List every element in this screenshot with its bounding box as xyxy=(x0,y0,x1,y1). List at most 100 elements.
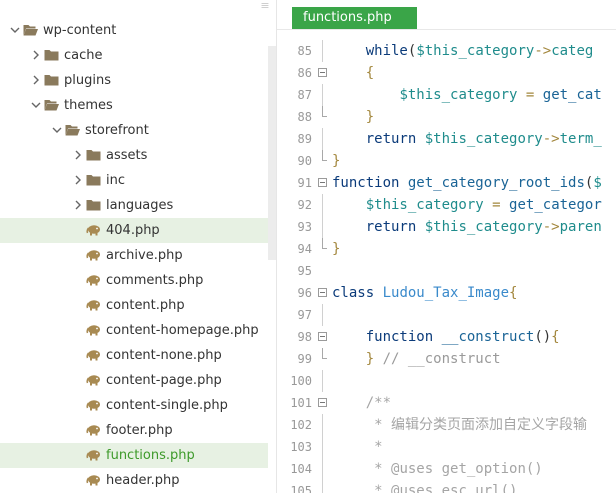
php-file-icon xyxy=(86,223,101,237)
code-line[interactable]: 99 } // __construct xyxy=(277,348,616,370)
code-line[interactable]: 103 * xyxy=(277,436,616,458)
php-file-icon xyxy=(86,423,101,437)
chevron-right-icon[interactable] xyxy=(73,200,83,210)
tree-item-inc[interactable]: inc xyxy=(0,168,268,193)
tree-item-archive-php[interactable]: archive.php xyxy=(0,243,268,268)
fold-range-line xyxy=(322,480,323,493)
code-line[interactable]: 87 $this_category = get_cat xyxy=(277,84,616,106)
code-line[interactable]: 92 $this_category = get_categor xyxy=(277,194,616,216)
tree-item-label: content-page.php xyxy=(106,373,222,388)
chevron-down-icon[interactable] xyxy=(10,25,20,35)
tree-item-label: cache xyxy=(64,48,103,63)
tree-item-label: storefront xyxy=(85,123,149,138)
folder-open-icon xyxy=(23,23,38,37)
fold-range-line xyxy=(322,458,323,480)
chevron-down-icon[interactable] xyxy=(52,125,62,135)
fold-end-marker xyxy=(322,238,327,249)
code-line[interactable]: 97 xyxy=(277,304,616,326)
tree-item-content-single-php[interactable]: content-single.php xyxy=(0,393,268,418)
code-line[interactable]: 88 } xyxy=(277,106,616,128)
line-number: 93 xyxy=(297,220,312,234)
code-line[interactable]: 86 { xyxy=(277,62,616,84)
code-line[interactable]: 91 function get_category_root_ids($ xyxy=(277,172,616,194)
folder-open-icon xyxy=(44,98,59,112)
fold-toggle-icon[interactable] xyxy=(318,288,327,297)
fold-range-line xyxy=(322,40,323,62)
line-number: 102 xyxy=(290,418,312,432)
tree-scrollbar[interactable] xyxy=(268,46,276,260)
chevron-right-icon[interactable] xyxy=(31,50,41,60)
code-line[interactable]: 93 return $this_category->paren xyxy=(277,216,616,238)
code-line[interactable]: 98 function __construct(){ xyxy=(277,326,616,348)
code-line[interactable]: 102 * 编辑分类页面添加自定义字段输 xyxy=(277,414,616,436)
folder-icon xyxy=(86,173,101,187)
hamburger-icon[interactable]: ≡ xyxy=(259,0,271,12)
tree-item-label: content-none.php xyxy=(106,348,222,363)
tree-item-plugins[interactable]: plugins xyxy=(0,68,268,93)
chevron-down-icon[interactable] xyxy=(31,100,41,110)
tree-item-cache[interactable]: cache xyxy=(0,43,268,68)
code-line[interactable]: 89 return $this_category->term_ xyxy=(277,128,616,150)
php-file-icon xyxy=(86,348,101,362)
tree-item-themes[interactable]: themes xyxy=(0,93,268,118)
fold-range-line xyxy=(322,414,323,436)
code-line[interactable]: 85 while($this_category->categ xyxy=(277,40,616,62)
tree-item-content-php[interactable]: content.php xyxy=(0,293,268,318)
file-tree-panel: ≡ wp-content cache plugins themes storefront… xyxy=(0,0,277,493)
tree-item-label: header.php xyxy=(106,473,180,488)
tree-item-content-homepage-php[interactable]: content-homepage.php xyxy=(0,318,268,343)
code-text: } xyxy=(365,109,375,125)
code-line[interactable]: 94} xyxy=(277,238,616,260)
chevron-right-icon[interactable] xyxy=(31,75,41,85)
code-line[interactable]: 101 /** xyxy=(277,392,616,414)
code-text: } xyxy=(332,153,341,169)
fold-end-marker xyxy=(322,106,327,117)
tree-item-comments-php[interactable]: comments.php xyxy=(0,268,268,293)
fold-toggle-icon[interactable] xyxy=(318,332,327,341)
chevron-right-icon[interactable] xyxy=(73,150,83,160)
tree-item-content-none-php[interactable]: content-none.php xyxy=(0,343,268,368)
fold-range-line xyxy=(322,304,323,326)
tree-item-label: themes xyxy=(64,98,113,113)
code-line[interactable]: 96 class Ludou_Tax_Image{ xyxy=(277,282,616,304)
line-number: 89 xyxy=(297,132,312,146)
fold-range-line xyxy=(322,436,323,458)
tree-item-wp-content[interactable]: wp-content xyxy=(0,18,268,43)
fold-toggle-icon[interactable] xyxy=(318,68,327,77)
tree-item-404-php[interactable]: 404.php xyxy=(0,218,268,243)
code-text: /** xyxy=(365,395,392,411)
code-text: * 编辑分类页面添加自定义字段输 xyxy=(374,417,588,433)
tree-item-label: footer.php xyxy=(106,423,173,438)
tree-item-header-php[interactable]: header.php xyxy=(0,468,268,493)
line-number: 94 xyxy=(297,242,312,256)
code-line[interactable]: 100 xyxy=(277,370,616,392)
tree-item-label: comments.php xyxy=(106,273,204,288)
fold-toggle-icon[interactable] xyxy=(318,398,327,407)
tree-item-assets[interactable]: assets xyxy=(0,143,268,168)
php-file-icon xyxy=(86,323,101,337)
folder-open-icon xyxy=(65,123,80,137)
code-text: { xyxy=(365,65,375,81)
tree-item-languages[interactable]: languages xyxy=(0,193,268,218)
fold-toggle-icon[interactable] xyxy=(318,178,327,187)
line-number: 91 xyxy=(297,176,312,190)
code-line[interactable]: 90} xyxy=(277,150,616,172)
tab-functions-php[interactable]: functions.php xyxy=(292,7,417,29)
folder-icon xyxy=(44,48,59,62)
line-number: 85 xyxy=(297,44,312,58)
code-line[interactable]: 95 xyxy=(277,260,616,282)
code-text: function get_category_root_ids($ xyxy=(332,175,602,191)
code-line[interactable]: 104 * @uses get_option() xyxy=(277,458,616,480)
code-text: return $this_category->term_ xyxy=(365,131,602,147)
tree-item-storefront[interactable]: storefront xyxy=(0,118,268,143)
tree-item-footer-php[interactable]: footer.php xyxy=(0,418,268,443)
code-text: * @uses esc_url() xyxy=(374,483,518,493)
tree-item-label: wp-content xyxy=(43,23,117,38)
code-line[interactable]: 105 * @uses esc_url() xyxy=(277,480,616,493)
tree-item-content-page-php[interactable]: content-page.php xyxy=(0,368,268,393)
line-number: 105 xyxy=(290,484,312,493)
tree-item-functions-php[interactable]: functions.php xyxy=(0,443,268,468)
line-number: 88 xyxy=(297,110,312,124)
chevron-right-icon[interactable] xyxy=(73,175,83,185)
php-file-icon xyxy=(86,473,101,487)
